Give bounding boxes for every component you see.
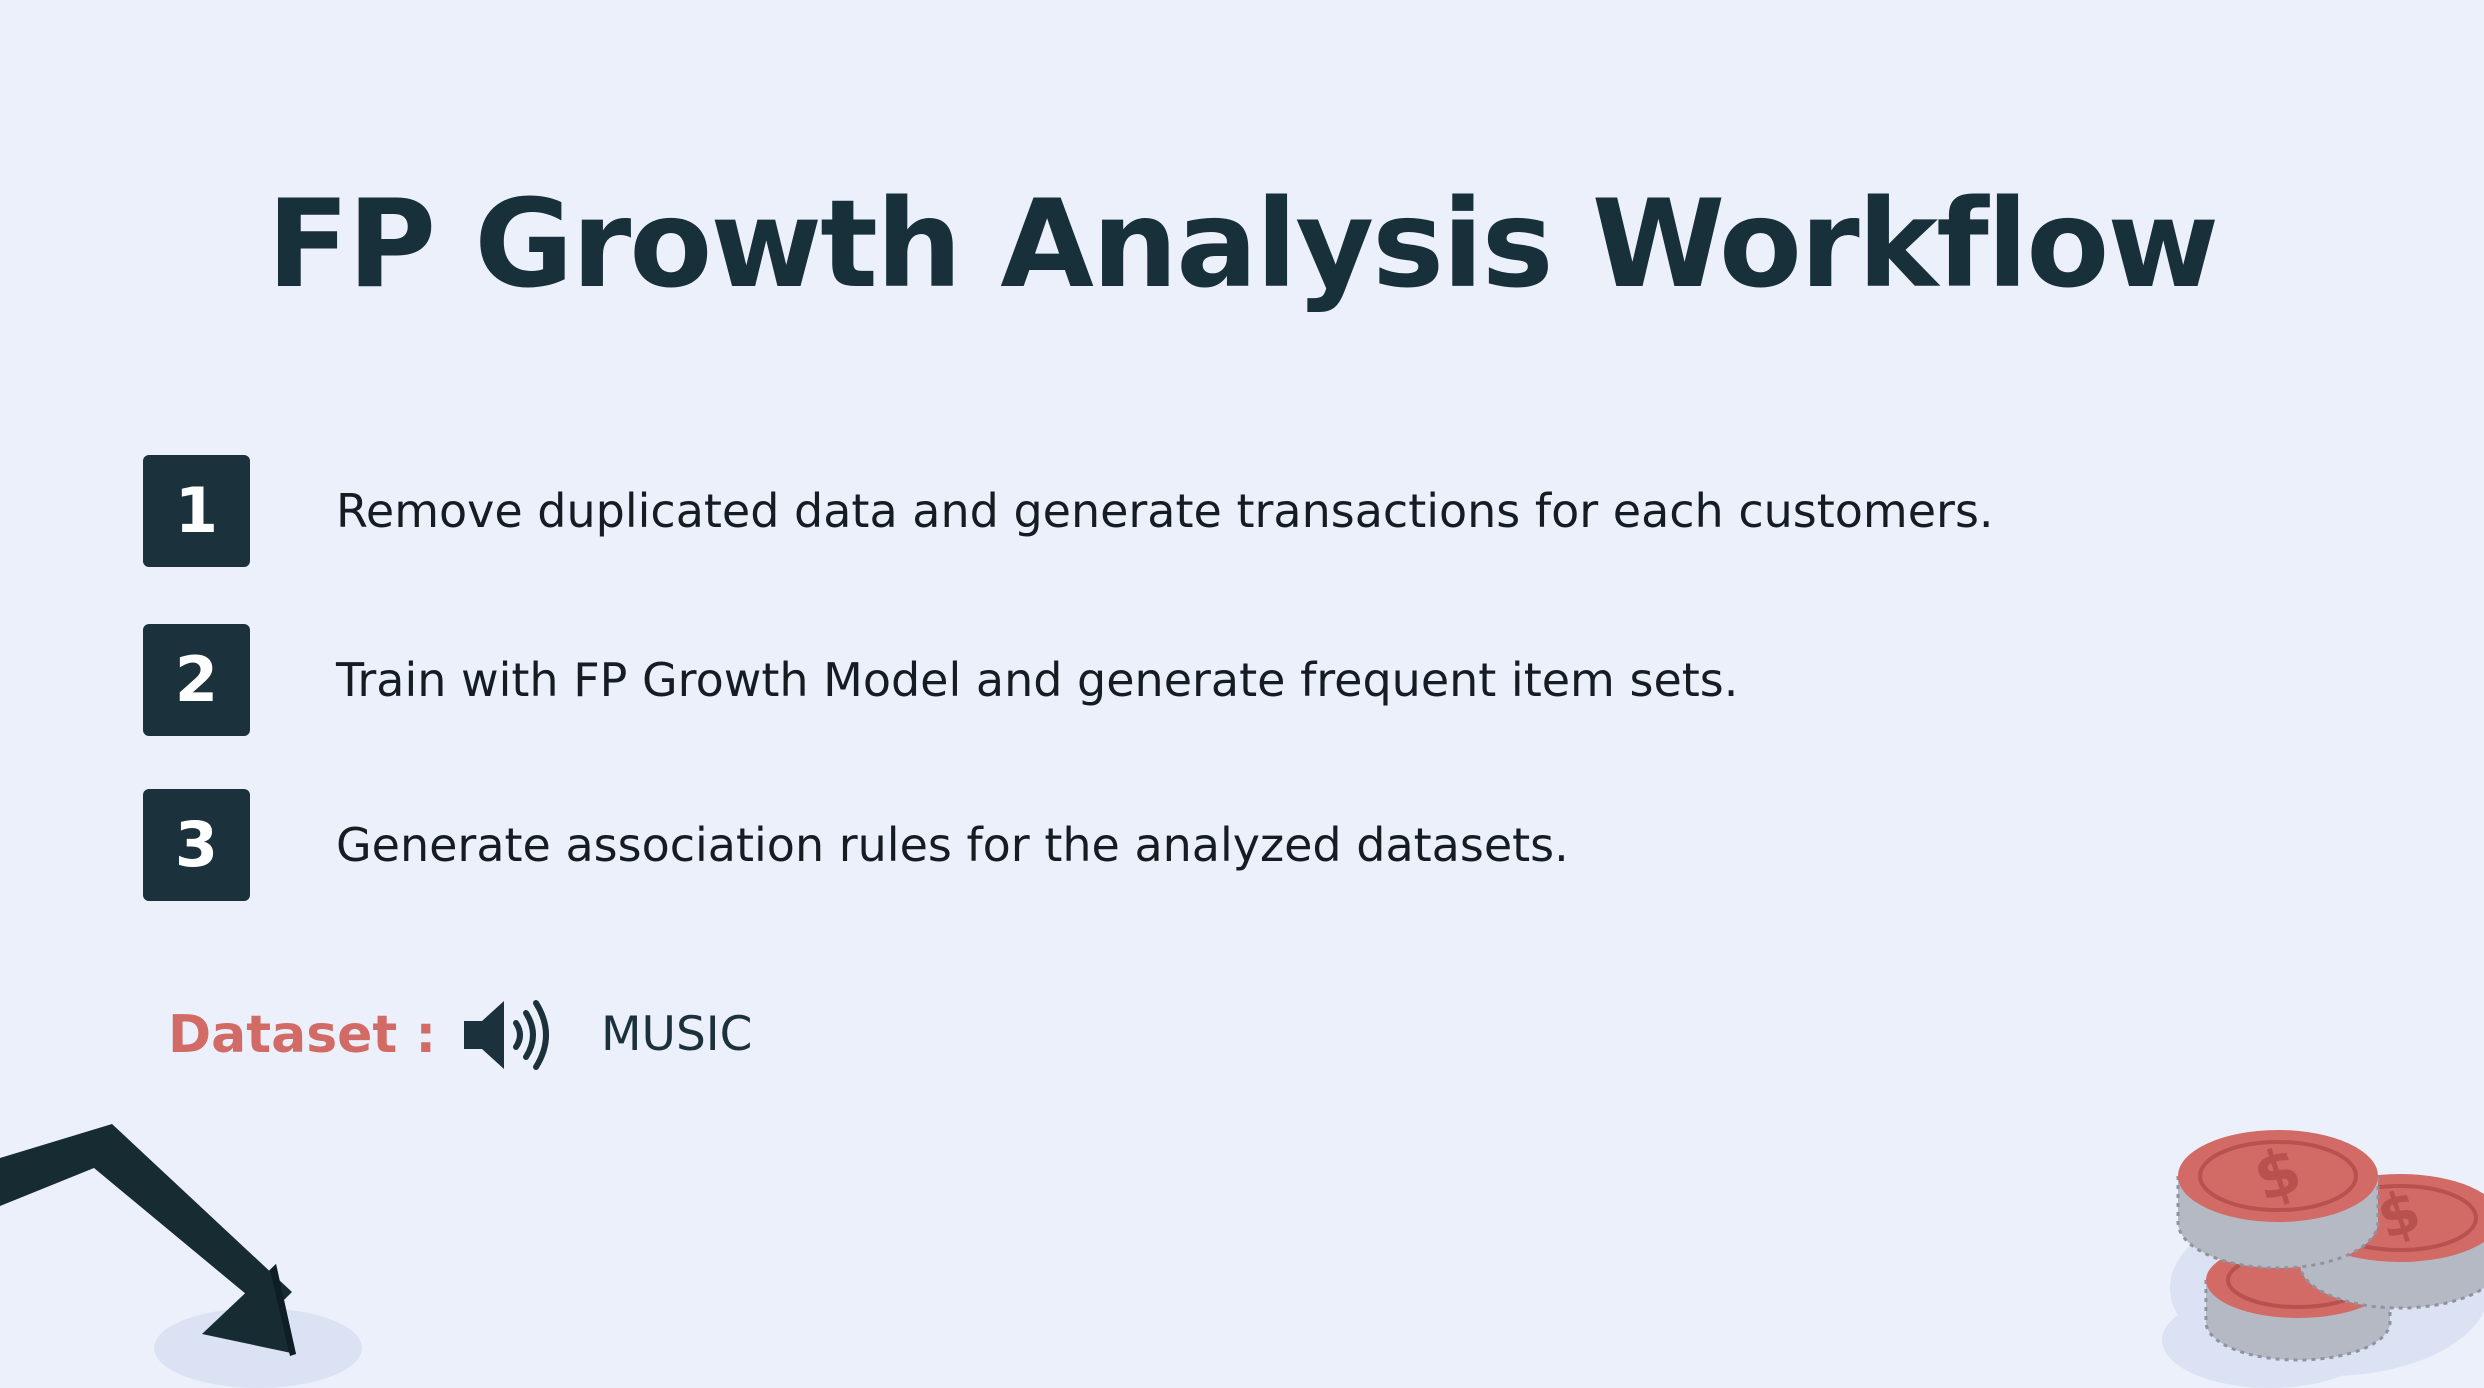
- step-description: Generate association rules for the analy…: [336, 818, 1569, 872]
- dataset-row: Dataset : MUSIC: [168, 985, 968, 1085]
- step-number-badge: 3: [143, 789, 250, 901]
- workflow-step-3: 3 Generate association rules for the ana…: [143, 789, 2343, 901]
- coins-icon: $ $: [2162, 1130, 2484, 1388]
- step-description: Remove duplicated data and generate tran…: [336, 484, 1994, 538]
- dataset-label: Dataset :: [168, 1005, 437, 1065]
- step-number-badge: 2: [143, 624, 250, 736]
- step-description: Train with FP Growth Model and generate …: [336, 653, 1739, 707]
- dataset-value: MUSIC: [601, 1007, 753, 1062]
- speaker-icon: [464, 1000, 549, 1070]
- step-number-badge: 1: [143, 455, 250, 567]
- workflow-step-2: 2 Train with FP Growth Model and generat…: [143, 624, 2343, 736]
- slide-title: FP Growth Analysis Workflow: [266, 174, 2219, 315]
- workflow-step-1: 1 Remove duplicated data and generate tr…: [143, 455, 2343, 567]
- slide: FP Growth Analysis Workflow 1 Remove dup…: [0, 0, 2484, 1388]
- down-trend-arrow-icon: [0, 1124, 362, 1388]
